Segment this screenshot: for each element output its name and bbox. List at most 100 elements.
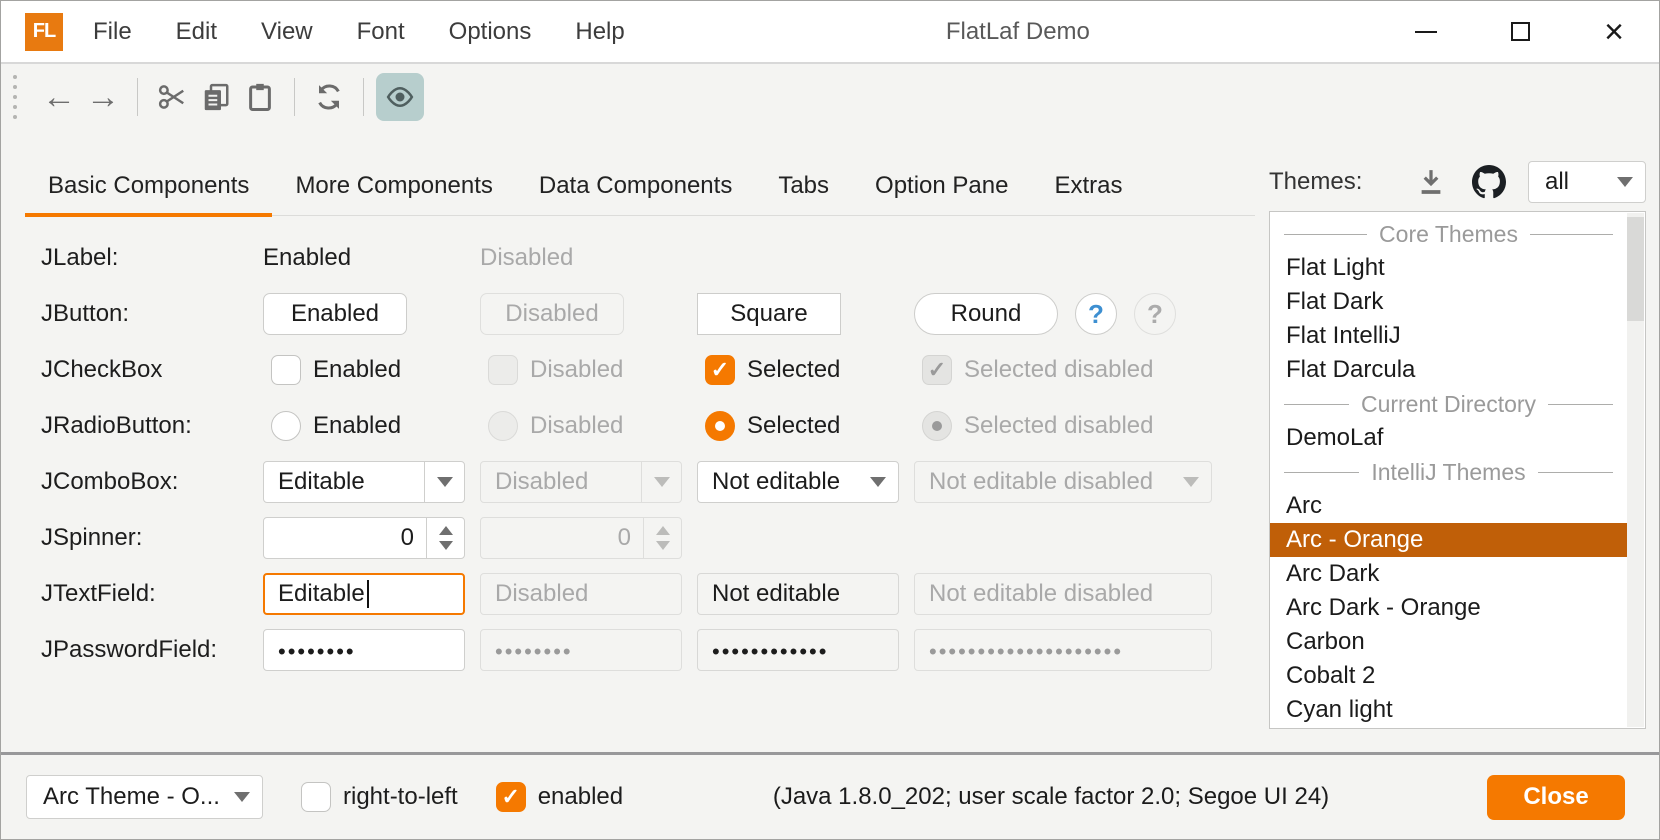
theme-item[interactable]: Arc Dark (1270, 557, 1627, 591)
tab-basic-components[interactable]: Basic Components (25, 156, 272, 215)
passwordfield-enabled[interactable]: •••••••• (263, 629, 465, 671)
jspinner-row: JSpinner: 0 0 (25, 510, 1257, 566)
download-themes-button[interactable] (1416, 167, 1446, 197)
show-details-toggle-button[interactable] (376, 73, 424, 121)
enabled-label: enabled (538, 783, 623, 811)
theme-item[interactable]: Cyan light (1270, 693, 1627, 727)
spinner-up-down-buttons[interactable] (426, 518, 464, 558)
jbutton-row-label: JButton: (25, 300, 263, 328)
themes-label: Themes: (1269, 168, 1362, 196)
theme-item[interactable]: DemoLaf (1270, 421, 1627, 455)
spinner-up-down-buttons (643, 518, 681, 558)
checkbox-selected-disabled: ✓ (922, 355, 952, 385)
passwordfield-not-editable[interactable]: •••••••••••• (697, 629, 899, 671)
forward-button[interactable]: → (81, 73, 125, 121)
round-button[interactable]: Round (914, 293, 1058, 335)
radio-selected[interactable] (705, 411, 735, 441)
combobox-not-editable[interactable]: Not editable (697, 461, 899, 503)
paste-button[interactable] (238, 73, 282, 121)
toolbar-separator (294, 78, 295, 116)
tab-option-pane[interactable]: Option Pane (852, 156, 1031, 215)
combobox-editable[interactable]: Editable (263, 461, 465, 503)
tab-extras[interactable]: Extras (1031, 156, 1145, 215)
flatlaf-demo-window: FL File Edit View Font Options Help Flat… (0, 0, 1660, 840)
chevron-down-icon[interactable] (222, 776, 262, 818)
close-button[interactable]: Close (1487, 775, 1625, 820)
chevron-down-icon[interactable] (1605, 162, 1645, 202)
checkbox-selected[interactable]: ✓ (705, 355, 735, 385)
textfield-editable[interactable]: Editable (263, 573, 465, 615)
cut-button[interactable] (150, 73, 194, 121)
textfield-disabled: Disabled (480, 573, 682, 615)
textfield-not-editable-value: Not editable (712, 580, 840, 608)
theme-item[interactable]: Arc Dark - Orange (1270, 591, 1627, 625)
checkbox-enabled[interactable] (271, 355, 301, 385)
theme-item[interactable]: Flat Light (1270, 251, 1627, 285)
menu-font[interactable]: Font (357, 18, 405, 46)
theme-select-combobox[interactable]: Arc Theme - O... (26, 775, 263, 819)
jspinner-row-label: JSpinner: (25, 524, 263, 552)
text-caret (367, 580, 369, 608)
tab-more-components[interactable]: More Components (272, 156, 515, 215)
themes-list-scrollbar[interactable] (1627, 213, 1644, 727)
back-icon: ← (42, 78, 76, 117)
themes-header: Themes: all (1269, 160, 1646, 204)
scrollbar-thumb[interactable] (1627, 217, 1644, 321)
paste-icon (245, 82, 275, 112)
spinner-disabled: 0 (480, 517, 682, 559)
themes-filter-combobox[interactable]: all (1528, 161, 1646, 203)
jlabel-disabled: Disabled (480, 244, 573, 271)
toolbar-separator (137, 78, 138, 116)
jlabel-row: JLabel: Enabled Disabled (25, 230, 1257, 286)
checkbox-disabled (488, 355, 518, 385)
theme-item-selected[interactable]: Arc - Orange (1270, 523, 1627, 557)
chevron-down-icon[interactable] (858, 462, 898, 502)
themes-group-header: Core Themes (1270, 217, 1627, 251)
maximize-button[interactable] (1505, 17, 1535, 47)
spinner-enabled[interactable]: 0 (263, 517, 465, 559)
right-to-left-checkbox[interactable] (301, 782, 331, 812)
theme-item[interactable]: Flat IntelliJ (1270, 319, 1627, 353)
right-to-left-label: right-to-left (343, 783, 458, 811)
theme-item[interactable]: Carbon (1270, 625, 1627, 659)
enabled-button[interactable]: Enabled (263, 293, 407, 335)
textfield-not-editable-disabled: Not editable disabled (914, 573, 1212, 615)
enabled-checkbox[interactable]: ✓ (496, 782, 526, 812)
theme-item[interactable]: Flat Dark (1270, 285, 1627, 319)
jpasswordfield-row-label: JPasswordField: (25, 636, 263, 664)
menu-options[interactable]: Options (449, 18, 532, 46)
jradiobutton-row-label: JRadioButton: (25, 412, 263, 440)
radio-enabled[interactable] (271, 411, 301, 441)
back-button[interactable]: ← (37, 73, 81, 121)
chevron-down-icon (641, 462, 681, 502)
menu-help[interactable]: Help (575, 18, 624, 46)
minimize-button[interactable] (1411, 17, 1441, 47)
radio-disabled (488, 411, 518, 441)
menu-view[interactable]: View (261, 18, 313, 46)
titlebar: FL File Edit View Font Options Help Flat… (1, 1, 1659, 64)
copy-button[interactable] (194, 73, 238, 121)
radio-selected-label: Selected (747, 412, 840, 440)
tab-tabs[interactable]: Tabs (755, 156, 852, 215)
close-window-button[interactable]: × (1599, 17, 1629, 47)
help-button[interactable]: ? (1075, 293, 1117, 335)
chevron-down-icon[interactable] (424, 462, 464, 502)
textfield-not-editable[interactable]: Not editable (697, 573, 899, 615)
spinner-value[interactable]: 0 (264, 524, 426, 552)
square-button[interactable]: Square (697, 293, 841, 335)
menu-edit[interactable]: Edit (176, 18, 217, 46)
cut-icon (157, 82, 187, 112)
themes-group-header: IntelliJ Themes (1270, 455, 1627, 489)
maximize-icon (1511, 22, 1530, 41)
password-dots: •••••••••••• (712, 635, 828, 665)
toolbar-grip-handle[interactable] (13, 75, 17, 119)
theme-item[interactable]: Arc (1270, 489, 1627, 523)
github-link-button[interactable] (1472, 165, 1506, 199)
refresh-button[interactable] (307, 73, 351, 121)
theme-item[interactable]: Cobalt 2 (1270, 659, 1627, 693)
menu-file[interactable]: File (93, 18, 132, 46)
tab-data-components[interactable]: Data Components (516, 156, 755, 215)
main-content: Basic Components More Components Data Co… (1, 130, 1659, 754)
theme-item[interactable]: Flat Darcula (1270, 353, 1627, 387)
spinner-up-icon (439, 526, 453, 535)
